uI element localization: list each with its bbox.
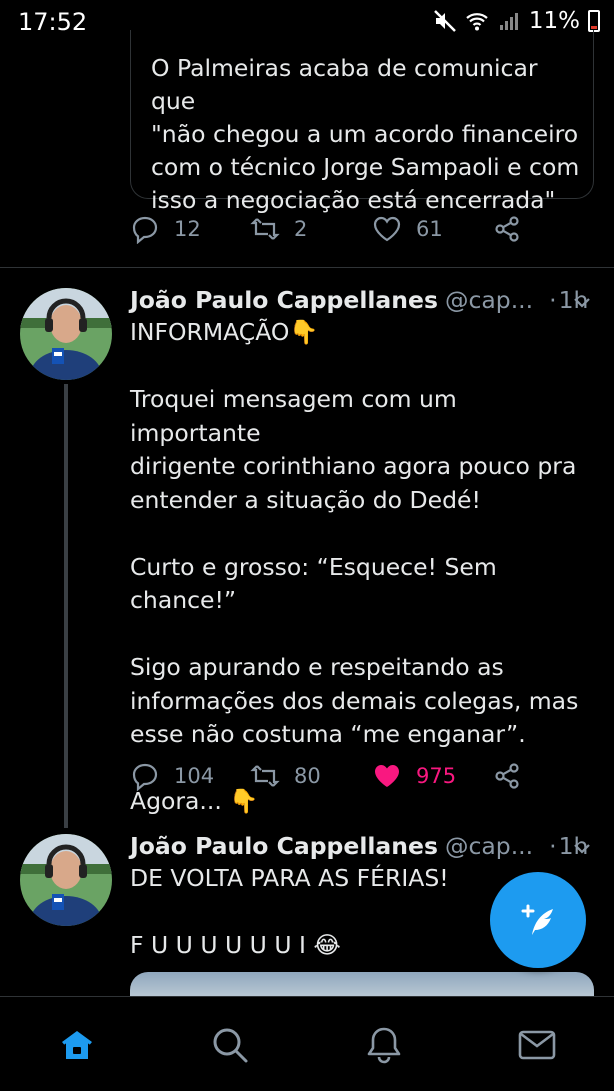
avatar-image (20, 834, 112, 926)
author-handle[interactable]: @cap... (445, 832, 533, 860)
retweet-icon (250, 765, 280, 787)
like-button[interactable]: 61 (372, 214, 443, 244)
nav-notifications[interactable] (364, 1025, 404, 1065)
like-button[interactable]: 975 (372, 761, 456, 791)
previous-tweet-actions: 12 2 61 (130, 214, 570, 254)
share-icon (495, 763, 519, 789)
separator-dot: · (549, 286, 557, 314)
reply-button[interactable]: 12 (130, 214, 201, 244)
retweet-count: 80 (294, 764, 321, 788)
heart-filled-icon (375, 765, 399, 787)
avatar[interactable] (20, 834, 112, 926)
retweet-count: 2 (294, 217, 308, 241)
chevron-down-icon[interactable] (572, 838, 592, 858)
bottom-navigation (0, 996, 614, 1091)
messages-icon (518, 1030, 556, 1060)
like-count: 975 (416, 764, 457, 788)
divider (0, 267, 614, 268)
home-icon (62, 1031, 92, 1059)
quoted-tweet-text: O Palmeiras acaba de comunicar que "não … (151, 54, 580, 214)
separator-dot: · (549, 832, 557, 860)
share-icon (495, 216, 519, 242)
tweet-text: INFORMAÇÃO👇 Troquei mensagem com um impo… (130, 318, 579, 815)
tweet-actions: 104 80 975 (130, 761, 570, 801)
tweet-header: João Paulo Cappellanes @cap... · 1h (130, 832, 600, 866)
share-button[interactable] (492, 761, 522, 791)
avatar-image (20, 288, 112, 380)
nav-home[interactable] (57, 1025, 97, 1065)
retweet-button[interactable]: 80 (250, 761, 321, 791)
compose-icon (521, 904, 553, 935)
reply-icon (132, 763, 158, 791)
author-name[interactable]: João Paulo Cappellanes (130, 832, 438, 860)
search-icon (213, 1028, 248, 1063)
thread-line (64, 384, 68, 828)
heart-icon (373, 216, 401, 242)
reply-button[interactable]: 104 (130, 761, 214, 791)
retweet-icon (250, 218, 280, 240)
author-name[interactable]: João Paulo Cappellanes (130, 286, 438, 314)
reply-count: 12 (174, 217, 201, 241)
notifications-icon (367, 1027, 401, 1064)
tweet-header: João Paulo Cappellanes @cap... · 1h (130, 286, 600, 320)
nav-search[interactable] (210, 1025, 250, 1065)
reply-icon (132, 216, 158, 244)
like-count: 61 (416, 217, 443, 241)
avatar[interactable] (20, 288, 112, 380)
battery-icon (588, 10, 600, 32)
compose-tweet-button[interactable] (490, 872, 586, 968)
reply-count: 104 (174, 764, 215, 788)
share-button[interactable] (492, 214, 522, 244)
retweet-button[interactable]: 2 (250, 214, 307, 244)
tweet-media[interactable] (130, 972, 594, 996)
status-time: 17:52 (18, 8, 88, 36)
nav-messages[interactable] (517, 1025, 557, 1065)
quoted-tweet-card[interactable]: O Palmeiras acaba de comunicar que "não … (130, 30, 594, 214)
author-handle[interactable]: @cap... (445, 286, 533, 314)
chevron-down-icon[interactable] (572, 292, 592, 312)
